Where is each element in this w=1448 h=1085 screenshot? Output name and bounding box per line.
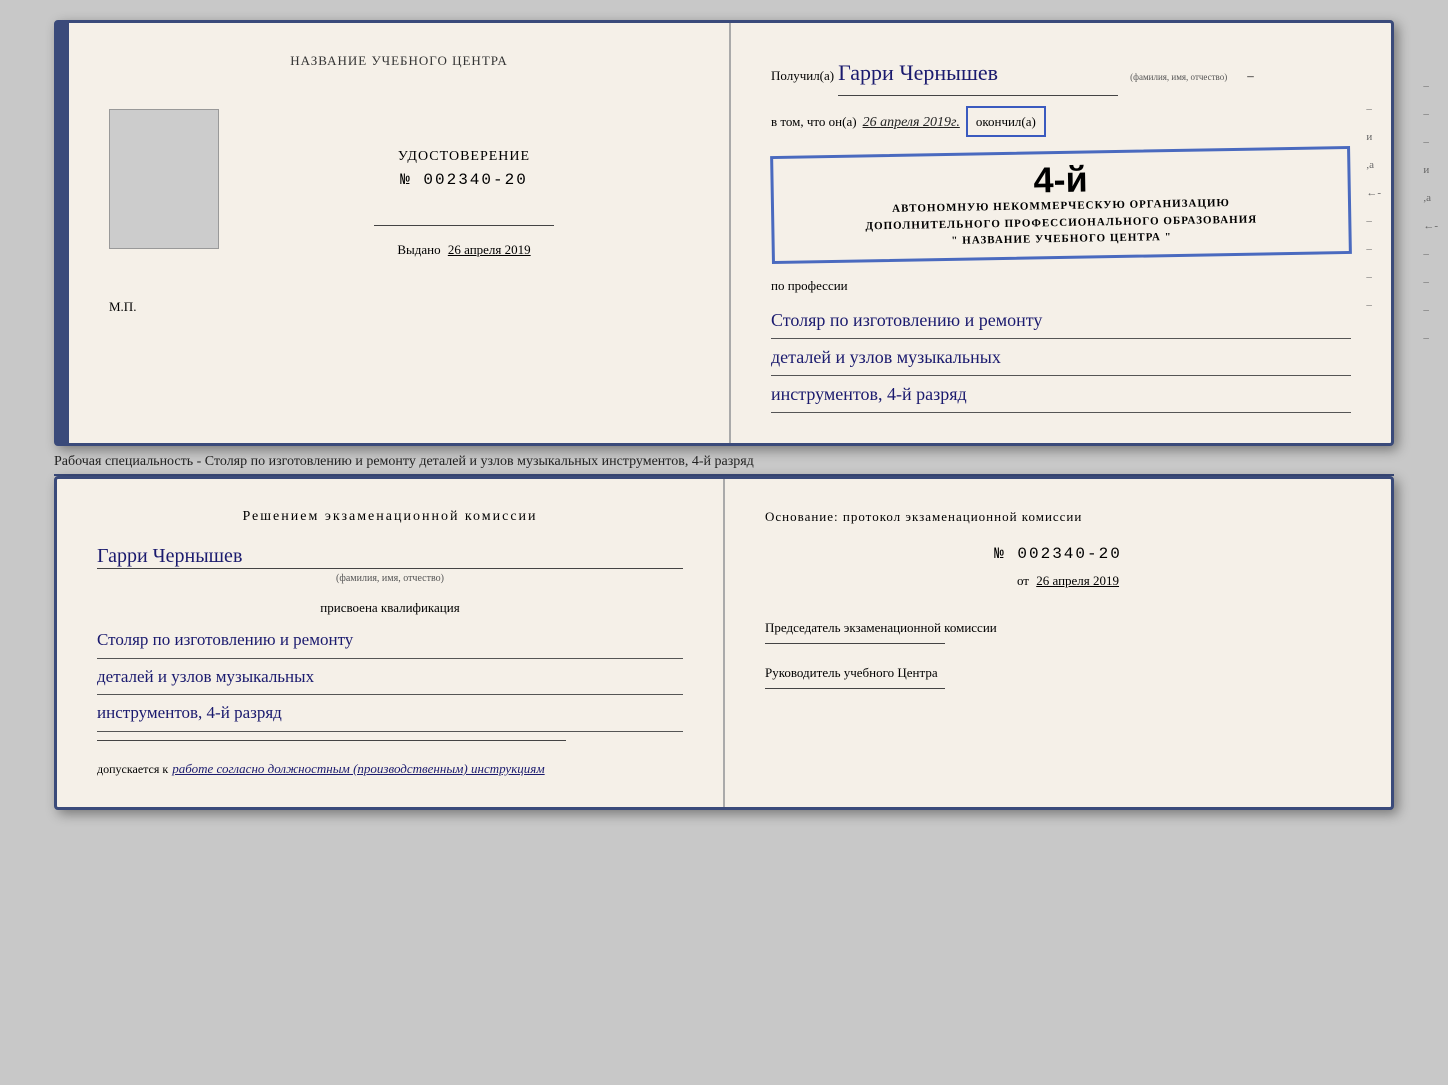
qual-line2: деталей и узлов музыкальных xyxy=(97,659,683,696)
document-container: НАЗВАНИЕ УЧЕБНОГО ЦЕНТРА УДОСТОВЕРЕНИЕ №… xyxy=(20,20,1428,810)
divider-line-1 xyxy=(374,225,554,226)
vydano-date: 26 апреля 2019 xyxy=(448,242,531,257)
b-edge-arrow: ←- xyxy=(1423,220,1438,232)
predsedatel-label: Председатель экзаменационной комиссии xyxy=(765,619,1351,637)
profession-line3-top: инструментов, 4-й разряд xyxy=(771,376,1351,413)
profession-line2-top: деталей и узлов музыкальных xyxy=(771,339,1351,376)
edge-a: ,а xyxy=(1366,159,1381,171)
edge-dash-5: – xyxy=(1366,299,1381,311)
protocol-num: № 002340-20 xyxy=(765,545,1351,563)
top-left-header: НАЗВАНИЕ УЧЕБНОГО ЦЕНТРА xyxy=(109,53,689,69)
booklet-spine xyxy=(57,23,69,443)
po-professii-label: по профессии xyxy=(771,274,1351,297)
edge-dash-2: – xyxy=(1366,215,1381,227)
predsedatel-sign-line xyxy=(765,643,945,644)
protocol-block: № 002340-20 от 26 апреля 2019 xyxy=(765,545,1351,589)
rukovoditel-label: Руководитель учебного Центра xyxy=(765,664,1351,682)
top-left-page: НАЗВАНИЕ УЧЕБНОГО ЦЕНТРА УДОСТОВЕРЕНИЕ №… xyxy=(69,23,731,443)
dash-1: – xyxy=(1247,64,1254,87)
poluchil-row: Получил(а) Гарри Чернышев (фамилия, имя,… xyxy=(771,53,1351,96)
ot-label: от xyxy=(1017,573,1029,588)
qual-line3: инструментов, 4-й разряд xyxy=(97,695,683,732)
b-edge-dash-2: – xyxy=(1423,108,1438,120)
bottom-name-block: Гарри Чернышев (фамилия, имя, отчество) xyxy=(97,545,683,584)
stamp-block: 4-й АВТОНОМНУЮ НЕКОММЕРЧЕСКУЮ ОРГАНИЗАЦИ… xyxy=(770,146,1352,264)
vtom-label: в том, что он(а) xyxy=(771,110,857,133)
bottom-right-page: Основание: протокол экзаменационной коми… xyxy=(725,479,1391,807)
vtom-date: 26 апреля 2019г. xyxy=(863,110,960,135)
edge-dash-1: – xyxy=(1366,103,1381,115)
osnovanie-label: Основание: протокол экзаменационной коми… xyxy=(765,509,1351,525)
right-edge-top: – и ,а ←- – – – – xyxy=(1366,103,1381,311)
vydano-row: Выдано 26 апреля 2019 xyxy=(397,242,530,258)
mp-label: М.П. xyxy=(109,299,689,315)
right-edge-bottom: – – – и ,а ←- – – – – xyxy=(1423,80,1438,344)
udostoverenie-title: УДОСТОВЕРЕНИЕ xyxy=(398,149,530,165)
vydano-label: Выдано xyxy=(397,242,440,257)
fio-label-top: (фамилия, имя, отчество) xyxy=(1130,69,1227,85)
vtom-row: в том, что он(а) 26 апреля 2019г. окончи… xyxy=(771,106,1351,137)
dopuskaetsya-row: допускается к работе согласно должностны… xyxy=(97,761,683,777)
udostoverenie-num: № 002340-20 xyxy=(400,171,528,189)
b-edge-dash-5: – xyxy=(1423,276,1438,288)
ot-date: от 26 апреля 2019 xyxy=(765,573,1351,589)
fio-label-bottom: (фамилия, имя, отчество) xyxy=(97,573,683,584)
profession-block-top: Столяр по изготовлению и ремонту деталей… xyxy=(771,302,1351,413)
photo-row: УДОСТОВЕРЕНИЕ № 002340-20 Выдано 26 апре… xyxy=(109,109,689,269)
b-edge-dash-6: – xyxy=(1423,304,1438,316)
dopuskaetsya-label: допускается к xyxy=(97,762,168,777)
top-right-page: Получил(а) Гарри Чернышев (фамилия, имя,… xyxy=(731,23,1391,443)
edge-dash-3: – xyxy=(1366,243,1381,255)
edge-dash-4: – xyxy=(1366,271,1381,283)
bottom-booklet: Решением экзаменационной комиссии Гарри … xyxy=(54,476,1394,810)
b-edge-dash-3: – xyxy=(1423,136,1438,148)
predsedatel-block: Председатель экзаменационной комиссии xyxy=(765,619,1351,644)
b-edge-a: ,а xyxy=(1423,192,1438,204)
rukovoditel-sign-line xyxy=(765,688,945,689)
right-page-top: Получил(а) Гарри Чернышев (фамилия, имя,… xyxy=(771,53,1351,413)
okonchil-box: окончил(а) xyxy=(966,106,1046,137)
bottom-left-page: Решением экзаменационной комиссии Гарри … xyxy=(57,479,725,807)
poluchil-label: Получил(а) xyxy=(771,64,834,87)
dopuskaetsya-value: работе согласно должностным (производств… xyxy=(172,761,544,777)
b-edge-dash-1: – xyxy=(1423,80,1438,92)
b-edge-i: и xyxy=(1423,164,1438,176)
ot-date-value: 26 апреля 2019 xyxy=(1036,573,1119,588)
subtitle-text: Рабочая специальность - Столяр по изгото… xyxy=(54,446,1394,476)
edge-arrow: ←- xyxy=(1366,187,1381,199)
edge-i: и xyxy=(1366,131,1381,143)
photo-placeholder xyxy=(109,109,219,249)
qual-line1: Столяр по изготовлению и ремонту xyxy=(97,622,683,659)
prisvoena-label: присвоена квалификация xyxy=(97,600,683,616)
rukovoditel-block: Руководитель учебного Центра xyxy=(765,664,1351,689)
profession-line1-top: Столяр по изготовлению и ремонту xyxy=(771,302,1351,339)
b-edge-dash-7: – xyxy=(1423,332,1438,344)
qualification-block: Столяр по изготовлению и ремонту деталей… xyxy=(97,622,683,732)
recipient-name-bottom: Гарри Чернышев xyxy=(97,545,683,569)
b-edge-dash-4: – xyxy=(1423,248,1438,260)
top-booklet: НАЗВАНИЕ УЧЕБНОГО ЦЕНТРА УДОСТОВЕРЕНИЕ №… xyxy=(54,20,1394,446)
left-text-block: УДОСТОВЕРЕНИЕ № 002340-20 Выдано 26 апре… xyxy=(239,149,689,258)
resheniyem-title: Решением экзаменационной комиссии xyxy=(97,509,683,525)
recipient-name-top: Гарри Чернышев xyxy=(838,53,1118,96)
bottom-divider xyxy=(97,740,566,741)
